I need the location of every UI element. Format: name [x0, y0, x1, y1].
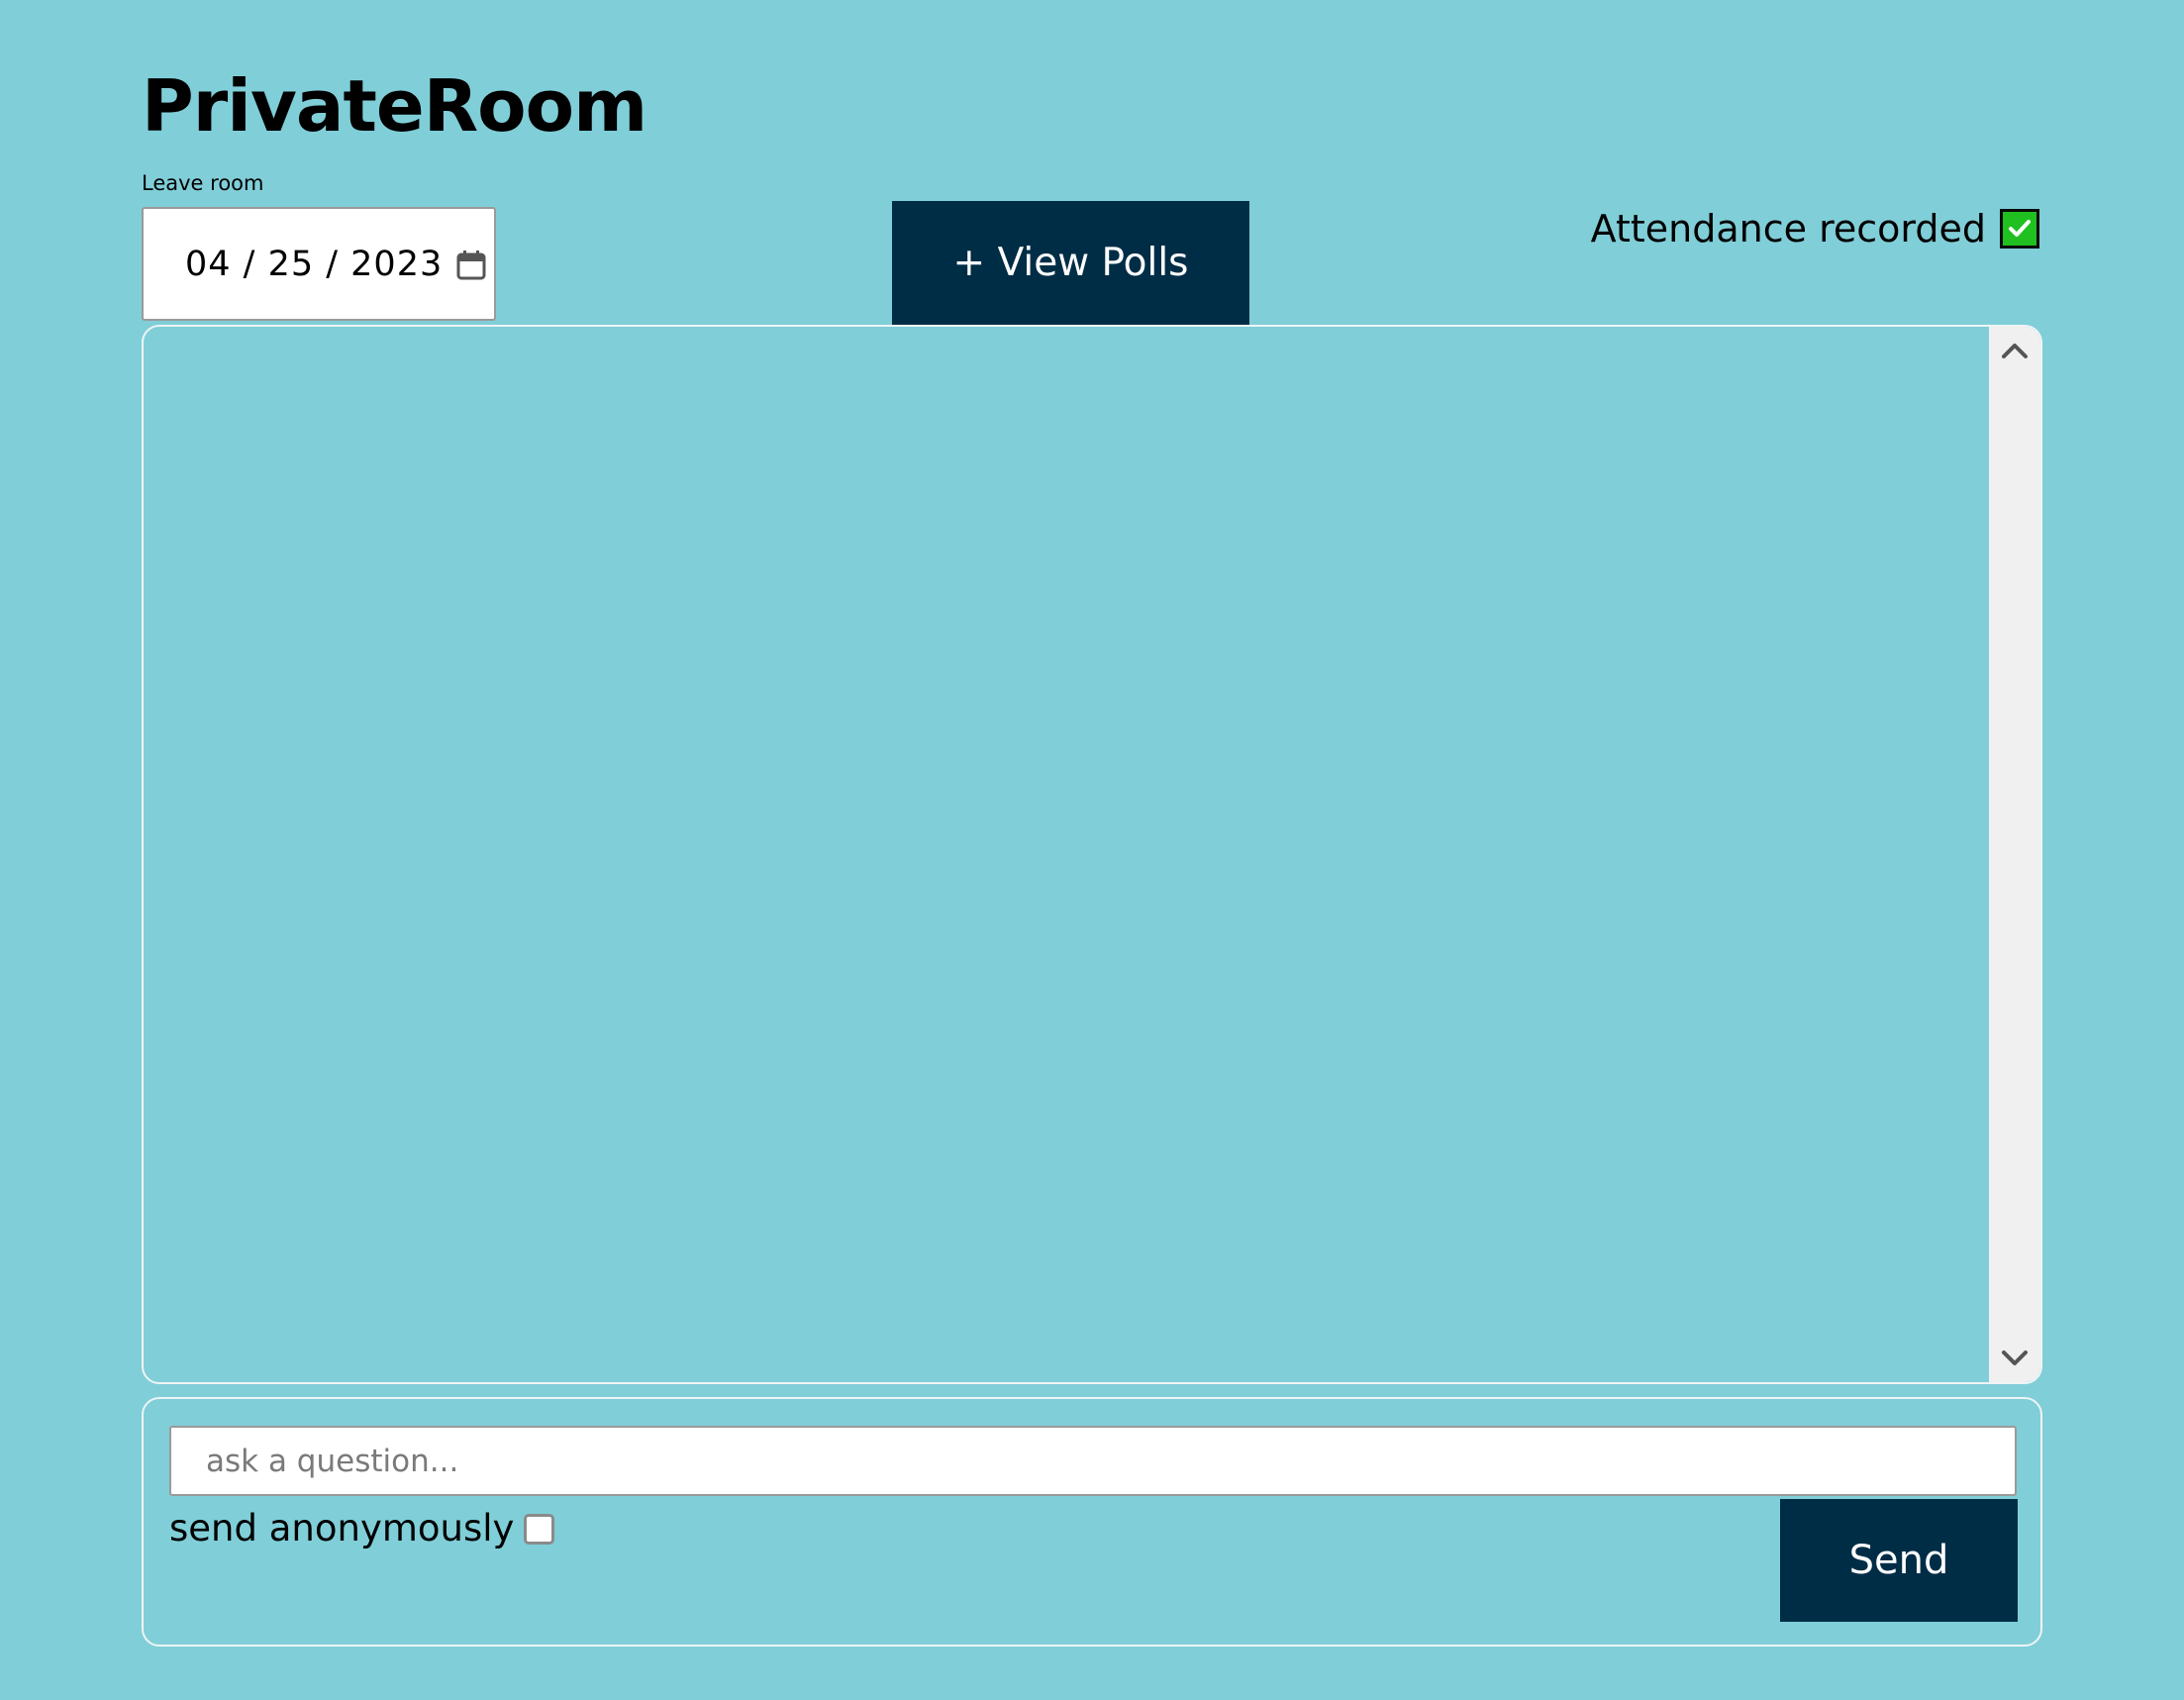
compose-panel: send anonymously Send [142, 1397, 2042, 1647]
attendance-checkbox [2000, 209, 2039, 249]
anonymous-checkbox[interactable] [524, 1513, 555, 1545]
calendar-icon[interactable] [456, 250, 486, 279]
send-button[interactable]: Send [1780, 1499, 2018, 1622]
attendance-status: Attendance recorded [1591, 202, 2039, 255]
page-title: PrivateRoom [142, 64, 647, 148]
checkmark-icon [2009, 220, 2031, 237]
date-input[interactable]: 04 / 25 / 2023 [142, 207, 496, 321]
view-polls-button[interactable]: + View Polls [892, 201, 1249, 325]
question-input[interactable] [169, 1426, 2017, 1496]
leave-room-link[interactable]: Leave room [142, 170, 263, 196]
anonymous-label: send anonymously [169, 1507, 515, 1550]
chat-scrollbar[interactable] [1989, 327, 2040, 1382]
chat-messages-area[interactable] [142, 325, 2042, 1384]
chevron-down-icon[interactable] [2001, 1347, 2029, 1370]
attendance-label: Attendance recorded [1590, 207, 1986, 250]
chevron-up-icon[interactable] [2001, 339, 2029, 362]
anonymous-option: send anonymously [169, 1504, 555, 1553]
date-value: 04 / 25 / 2023 [185, 244, 444, 284]
